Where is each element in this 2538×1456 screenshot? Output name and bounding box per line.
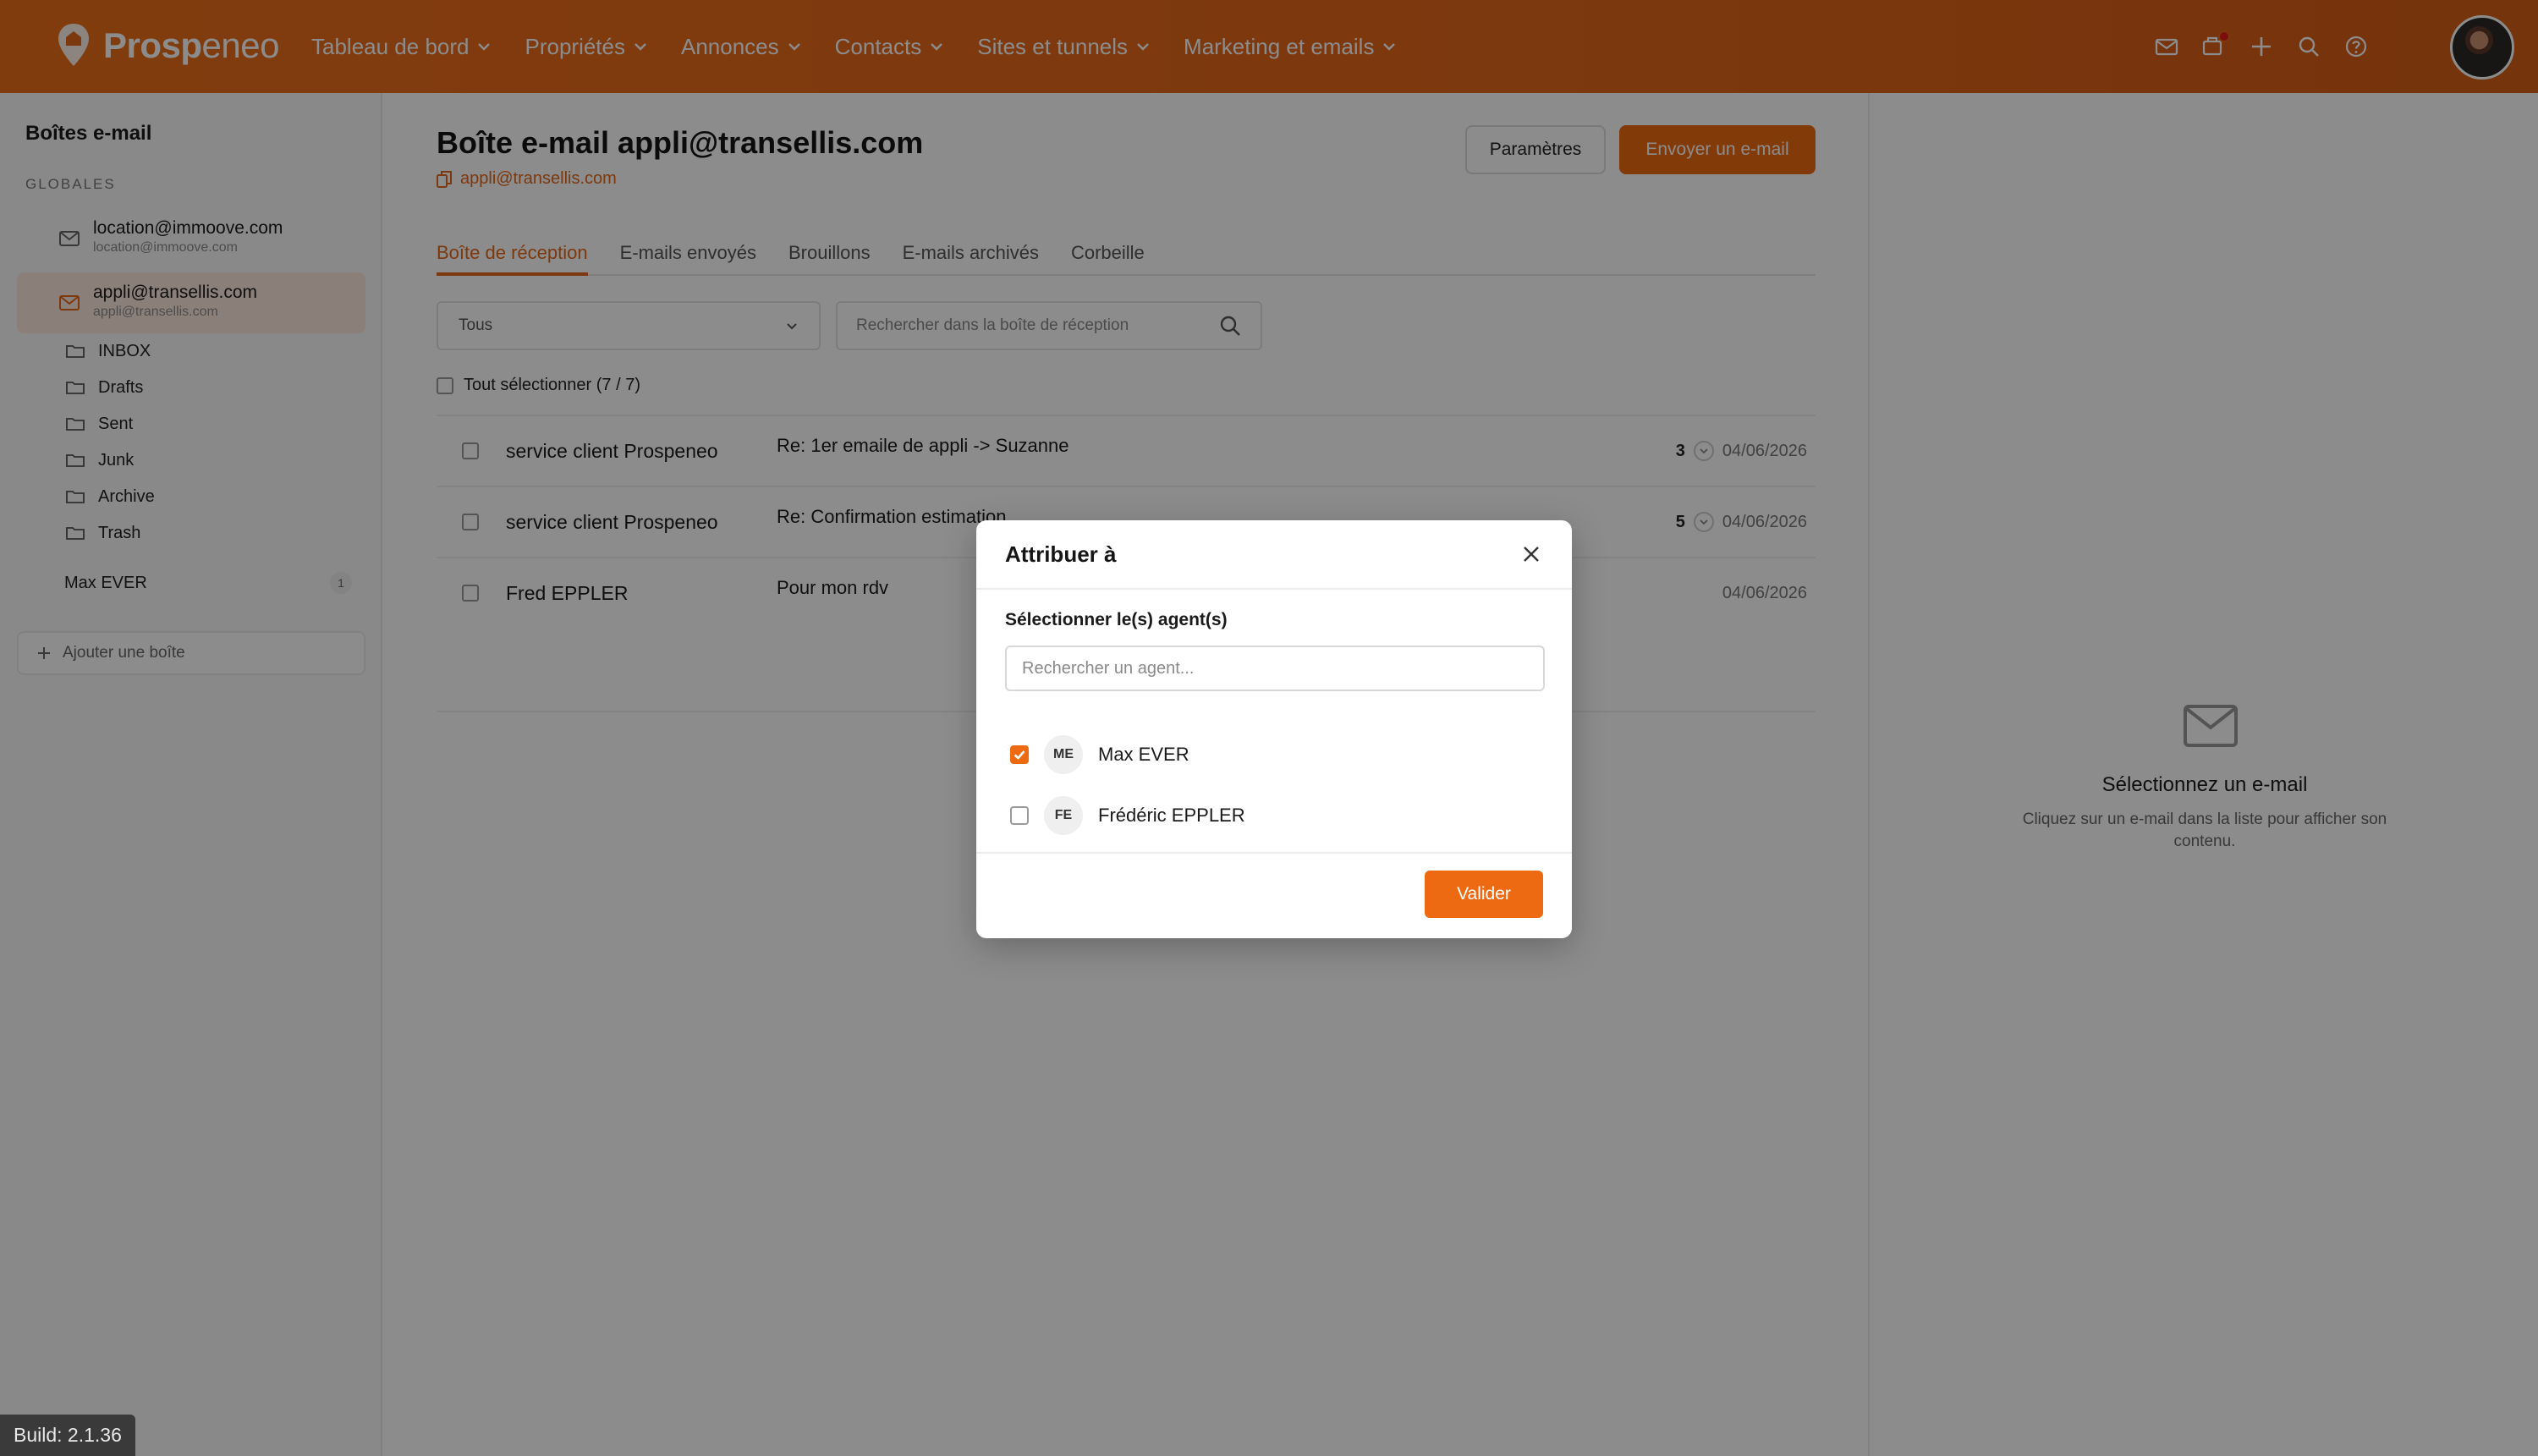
agent-select-label: Sélectionner le(s) agent(s)	[1005, 610, 1228, 629]
checkmark-icon	[1014, 750, 1025, 760]
agent-option-frederic-eppler[interactable]: FE Frédéric EPPLER	[1010, 796, 1245, 835]
agent-name: Max EVER	[1098, 744, 1189, 765]
confirm-button[interactable]: Valider	[1425, 871, 1543, 918]
modal-title: Attribuer à	[1005, 541, 1117, 567]
assign-agent-modal: Attribuer à Sélectionner le(s) agent(s) …	[976, 520, 1572, 938]
modal-footer: Valider	[976, 852, 1572, 938]
close-icon[interactable]	[1519, 542, 1543, 566]
build-version-badge: Build: 2.1.36	[0, 1415, 135, 1456]
agent-name: Frédéric EPPLER	[1098, 805, 1245, 826]
agent-option-max-ever[interactable]: ME Max EVER	[1010, 735, 1189, 774]
agent-search-input[interactable]	[1005, 646, 1545, 691]
agent-initials-avatar: ME	[1044, 735, 1083, 774]
agent-checkbox[interactable]	[1010, 806, 1029, 825]
agent-initials-avatar: FE	[1044, 796, 1083, 835]
modal-header: Attribuer à	[976, 520, 1572, 590]
agent-checkbox-checked[interactable]	[1010, 745, 1029, 764]
